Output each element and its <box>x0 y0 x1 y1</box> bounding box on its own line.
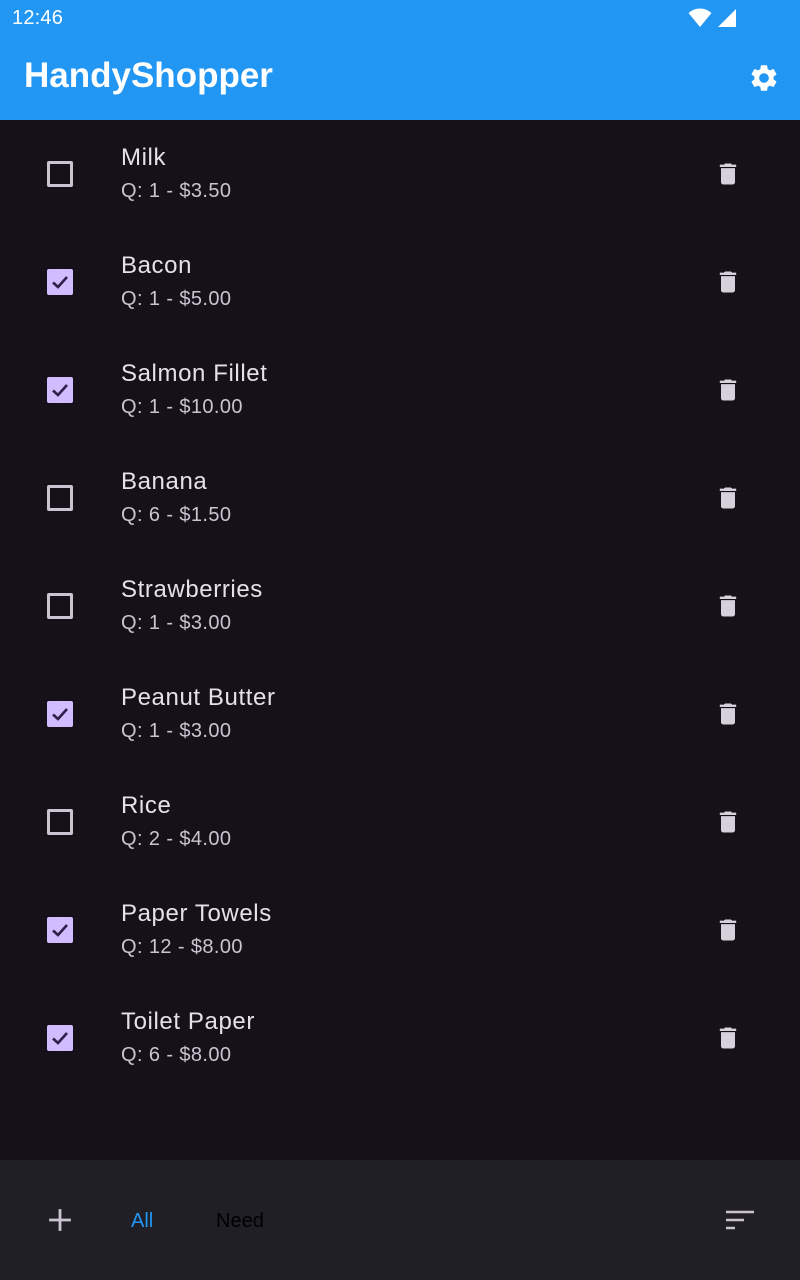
delete-button[interactable] <box>708 910 748 950</box>
item-detail: Q: 12 - $8.00 <box>121 936 243 958</box>
trash-icon <box>719 595 737 617</box>
item-name: Peanut Butter <box>121 684 276 711</box>
sort-icon <box>726 1210 754 1230</box>
cell-signal-icon <box>718 9 736 27</box>
filter-need-tab[interactable]: Need <box>216 1210 264 1233</box>
item-checkbox[interactable] <box>47 269 73 295</box>
list-item[interactable]: Toilet Paper Q: 6 - $8.00 <box>0 984 800 1092</box>
item-detail: Q: 1 - $10.00 <box>121 396 243 418</box>
item-checkbox[interactable] <box>47 377 73 403</box>
status-icons <box>688 7 738 29</box>
item-name: Strawberries <box>121 576 263 603</box>
item-detail: Q: 6 - $8.00 <box>121 1044 232 1066</box>
list-item[interactable]: Banana Q: 6 - $1.50 <box>0 444 800 552</box>
item-checkbox[interactable] <box>47 809 73 835</box>
delete-button[interactable] <box>708 802 748 842</box>
item-checkbox[interactable] <box>47 161 73 187</box>
status-time: 12:46 <box>12 7 64 29</box>
item-checkbox[interactable] <box>47 593 73 619</box>
item-checkbox[interactable] <box>47 1025 73 1051</box>
trash-icon <box>719 811 737 833</box>
app-bar: HandyShopper <box>0 36 800 120</box>
filter-all-tab[interactable]: All <box>131 1210 153 1233</box>
check-icon <box>52 384 68 397</box>
item-checkbox[interactable] <box>47 485 73 511</box>
bottom-bar: All Need <box>0 1160 800 1280</box>
list-item[interactable]: Rice Q: 2 - $4.00 <box>0 768 800 876</box>
delete-button[interactable] <box>708 694 748 734</box>
item-name: Paper Towels <box>121 900 272 927</box>
item-name: Toilet Paper <box>121 1008 255 1035</box>
sort-button[interactable] <box>720 1200 760 1240</box>
list-item[interactable]: Bacon Q: 1 - $5.00 <box>0 228 800 336</box>
item-name: Banana <box>121 468 208 495</box>
trash-icon <box>719 271 737 293</box>
list-item[interactable]: Salmon Fillet Q: 1 - $10.00 <box>0 336 800 444</box>
item-name: Bacon <box>121 252 193 279</box>
check-icon <box>52 1032 68 1045</box>
trash-icon <box>719 1027 737 1049</box>
shopping-list: Milk Q: 1 - $3.50 Bacon Q: 1 - $5.00 Sal… <box>0 120 800 1160</box>
trash-icon <box>719 379 737 401</box>
delete-button[interactable] <box>708 154 748 194</box>
delete-button[interactable] <box>708 370 748 410</box>
check-icon <box>52 276 68 289</box>
item-checkbox[interactable] <box>47 917 73 943</box>
item-detail: Q: 1 - $3.00 <box>121 720 232 742</box>
item-detail: Q: 1 - $5.00 <box>121 288 232 310</box>
item-name: Milk <box>121 144 167 171</box>
delete-button[interactable] <box>708 1018 748 1058</box>
item-detail: Q: 1 - $3.00 <box>121 612 232 634</box>
list-item[interactable]: Milk Q: 1 - $3.50 <box>0 120 800 228</box>
item-detail: Q: 6 - $1.50 <box>121 504 232 526</box>
item-checkbox[interactable] <box>47 701 73 727</box>
trash-icon <box>719 487 737 509</box>
wifi-icon <box>688 8 712 27</box>
settings-icon <box>751 65 777 91</box>
plus-icon <box>49 1209 71 1231</box>
delete-button[interactable] <box>708 478 748 518</box>
trash-icon <box>719 919 737 941</box>
list-item[interactable]: Peanut Butter Q: 1 - $3.00 <box>0 660 800 768</box>
delete-button[interactable] <box>708 586 748 626</box>
item-detail: Q: 2 - $4.00 <box>121 828 232 850</box>
add-item-button[interactable] <box>40 1200 80 1240</box>
check-icon <box>52 708 68 721</box>
check-icon <box>52 924 68 937</box>
list-item[interactable]: Strawberries Q: 1 - $3.00 <box>0 552 800 660</box>
app-title: HandyShopper <box>24 56 273 95</box>
settings-button[interactable] <box>744 58 784 98</box>
item-name: Salmon Fillet <box>121 360 268 387</box>
trash-icon <box>719 163 737 185</box>
trash-icon <box>719 703 737 725</box>
item-detail: Q: 1 - $3.50 <box>121 180 232 202</box>
list-item[interactable]: Paper Towels Q: 12 - $8.00 <box>0 876 800 984</box>
status-bar: 12:46 <box>0 0 800 36</box>
delete-button[interactable] <box>708 262 748 302</box>
item-name: Rice <box>121 792 172 819</box>
